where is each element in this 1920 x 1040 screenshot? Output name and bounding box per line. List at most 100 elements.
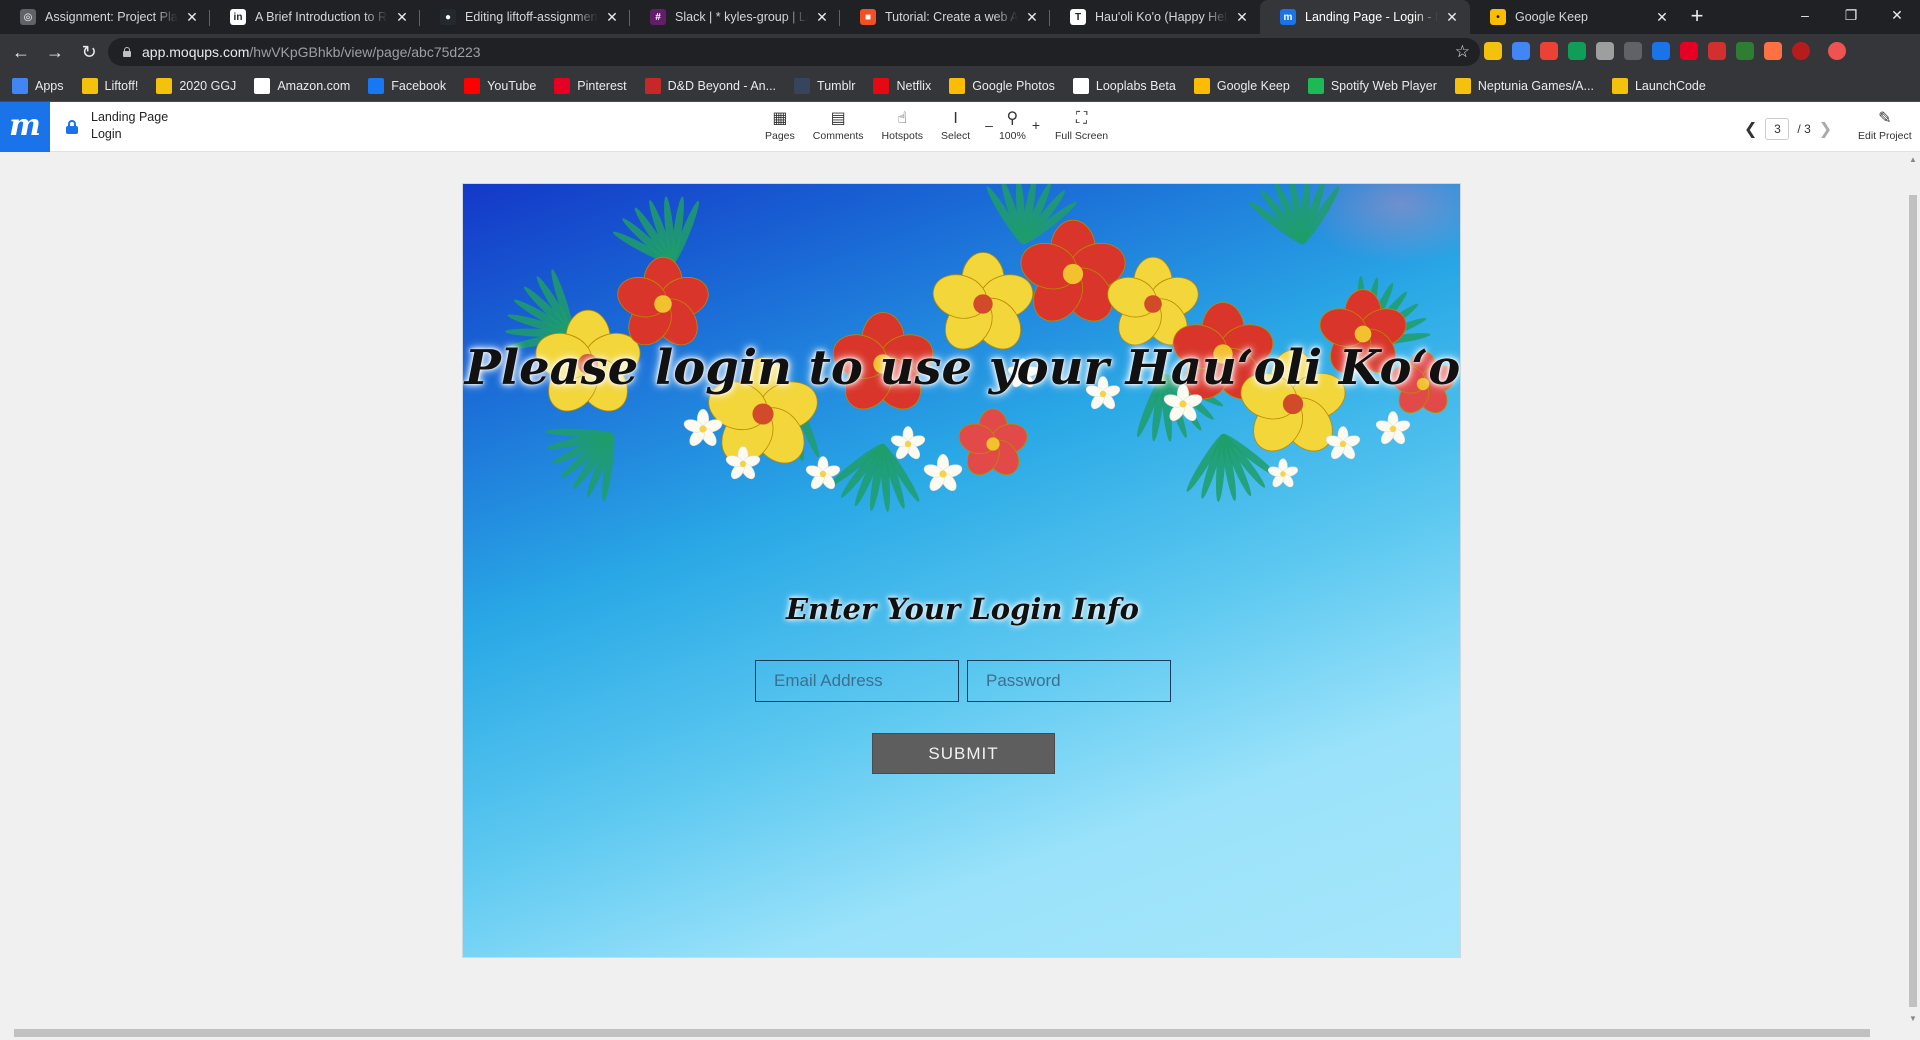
bookmark-item[interactable]: LaunchCode (1611, 77, 1706, 94)
pages-button[interactable]: ▦ Pages (765, 108, 795, 142)
zoom-out-button[interactable]: – (985, 117, 993, 133)
page-number-input[interactable]: 3 (1765, 118, 1790, 140)
bookmark-favicon-icon (1072, 77, 1089, 94)
bookmark-label: 2020 GGJ (179, 78, 237, 93)
zoom-in-button[interactable]: + (1032, 117, 1040, 133)
bookmark-favicon-icon (1611, 77, 1628, 94)
tab-close-icon[interactable]: ✕ (1444, 9, 1460, 25)
extension-icon[interactable] (1736, 42, 1754, 60)
bookmark-item[interactable]: Netflix (873, 77, 931, 94)
extension-icon[interactable] (1568, 42, 1586, 60)
full-screen-button[interactable]: ⛶ Full Screen (1055, 108, 1108, 142)
email-field[interactable] (755, 660, 959, 702)
bookmark-star-icon[interactable]: ☆ (1455, 42, 1470, 62)
scroll-up-arrow[interactable]: ▲ (1909, 155, 1917, 164)
extension-icon[interactable] (1624, 42, 1642, 60)
lock-icon (66, 120, 78, 134)
edit-project-button[interactable]: ✎ Edit Project (1858, 108, 1912, 142)
password-field[interactable] (967, 660, 1171, 702)
bookmark-item[interactable]: Neptunia Games/A... (1454, 77, 1594, 94)
bookmark-item[interactable]: YouTube (464, 77, 536, 94)
comments-button[interactable]: ▤ Comments (813, 108, 864, 142)
extension-icon[interactable] (1512, 42, 1530, 60)
tab-close-icon[interactable]: ✕ (1024, 9, 1040, 25)
browser-tab[interactable]: ● Editing liftoff-assignments/ ✕ (420, 0, 630, 34)
vertical-scroll-thumb[interactable] (1909, 195, 1917, 1007)
bookmark-item[interactable]: Liftoff! (81, 77, 138, 94)
plumeria-flower-shape (805, 456, 841, 490)
tab-close-icon[interactable]: ✕ (814, 9, 830, 25)
new-tab-button[interactable]: + (1680, 0, 1714, 34)
bookmark-favicon-icon (1307, 77, 1324, 94)
tab-close-icon[interactable]: ✕ (394, 9, 410, 25)
horizontal-scroll-thumb[interactable] (14, 1029, 1870, 1037)
tab-title: Landing Page - Login - Moq (1305, 10, 1438, 24)
submit-button[interactable]: SUBMIT (872, 733, 1055, 774)
browser-tab[interactable]: ◎ Assignment: Project Plannin ✕ (0, 0, 210, 34)
tab-close-icon[interactable]: ✕ (184, 9, 200, 25)
page-subname: Login (91, 127, 122, 141)
browser-tab[interactable]: ■ Tutorial: Create a web API w ✕ (840, 0, 1050, 34)
arrow-right-icon: → (46, 42, 64, 62)
tab-close-icon[interactable]: ✕ (604, 9, 620, 25)
extension-icon[interactable] (1680, 42, 1698, 60)
scroll-down-arrow[interactable]: ▼ (1909, 1014, 1917, 1023)
extension-icon[interactable] (1484, 42, 1502, 60)
extension-icon[interactable] (1792, 42, 1810, 60)
reload-button[interactable]: ↻ (72, 35, 106, 69)
browser-tab[interactable]: # Slack | * kyles-group | Liftof ✕ (630, 0, 840, 34)
zoom-indicator[interactable]: ⚲ 100% (999, 108, 1026, 142)
bookmark-item[interactable]: Tumblr (794, 77, 856, 94)
browser-tab[interactable]: m Landing Page - Login - Moq ✕ (1260, 0, 1470, 34)
tab-favicon-icon: m (1280, 9, 1296, 25)
bookmark-item[interactable]: Apps (12, 77, 64, 94)
url-host: app.moqups.com (142, 44, 250, 60)
browser-tab[interactable]: • Google Keep ✕ (1470, 0, 1680, 34)
login-subheading: Enter Your Login Info (785, 592, 1140, 626)
bookmark-item[interactable]: Google Keep (1193, 77, 1290, 94)
select-button[interactable]: I Select (941, 108, 970, 142)
tab-title: Google Keep (1515, 10, 1588, 24)
apps-grid-icon (12, 77, 28, 94)
address-bar[interactable]: app.moqups.com/hwVKpGBhkb/view/page/abc7… (108, 38, 1480, 66)
bookmark-item[interactable]: Facebook (368, 77, 446, 94)
bookmark-item[interactable]: Looplabs Beta (1072, 77, 1176, 94)
bookmark-item[interactable]: 2020 GGJ (156, 77, 237, 94)
extension-icon[interactable] (1764, 42, 1782, 60)
tab-close-icon[interactable]: ✕ (1654, 9, 1670, 25)
tab-close-icon[interactable]: ✕ (1234, 9, 1250, 25)
page-pager: ❮ 3 / 3 ❯ (1744, 118, 1832, 140)
previous-page-button[interactable]: ❮ (1744, 119, 1757, 139)
browser-tab[interactable]: T Hau'oli Ko'o (Happy Helper) ✕ (1050, 0, 1260, 34)
zoom-control: – ⚲ 100% + (985, 108, 1040, 142)
extension-icon[interactable] (1540, 42, 1558, 60)
forward-button[interactable]: → (38, 35, 72, 69)
extension-icon[interactable] (1828, 42, 1846, 60)
extension-icon[interactable] (1708, 42, 1726, 60)
bookmark-label: Tumblr (817, 78, 856, 93)
viewer-tools: ▦ Pages ▤ Comments ☝ Hotspots I Select –… (756, 108, 1117, 142)
extension-icon[interactable] (1596, 42, 1614, 60)
browser-tab[interactable]: in A Brief Introduction to REST ✕ (210, 0, 420, 34)
vertical-scrollbar[interactable]: ▲ ▼ (1906, 153, 1920, 1025)
bookmark-item[interactable]: Google Photos (949, 77, 1055, 94)
minimize-button[interactable]: – (1782, 0, 1828, 30)
bookmark-item[interactable]: Pinterest (554, 77, 627, 94)
bookmark-item[interactable]: Amazon.com (254, 77, 350, 94)
comment-icon: ▤ (830, 110, 846, 127)
close-window-button[interactable]: ✕ (1874, 0, 1920, 30)
restore-button[interactable]: ❐ (1828, 0, 1874, 30)
bookmark-item[interactable]: D&D Beyond - An... (644, 77, 776, 94)
tab-favicon-icon: # (650, 9, 666, 25)
hotspots-button[interactable]: ☝ Hotspots (882, 108, 923, 142)
extension-icon[interactable] (1652, 42, 1670, 60)
moqups-logo[interactable]: m (0, 102, 50, 152)
bookmark-item[interactable]: Spotify Web Player (1307, 77, 1437, 94)
bookmark-favicon-icon (156, 77, 173, 94)
bookmark-favicon-icon (949, 77, 966, 94)
zoom-level: 100% (998, 130, 1026, 142)
tab-favicon-icon: T (1070, 9, 1086, 25)
back-button[interactable]: ← (4, 35, 38, 69)
next-page-button[interactable]: ❯ (1819, 119, 1832, 139)
horizontal-scrollbar[interactable] (0, 1025, 1906, 1040)
